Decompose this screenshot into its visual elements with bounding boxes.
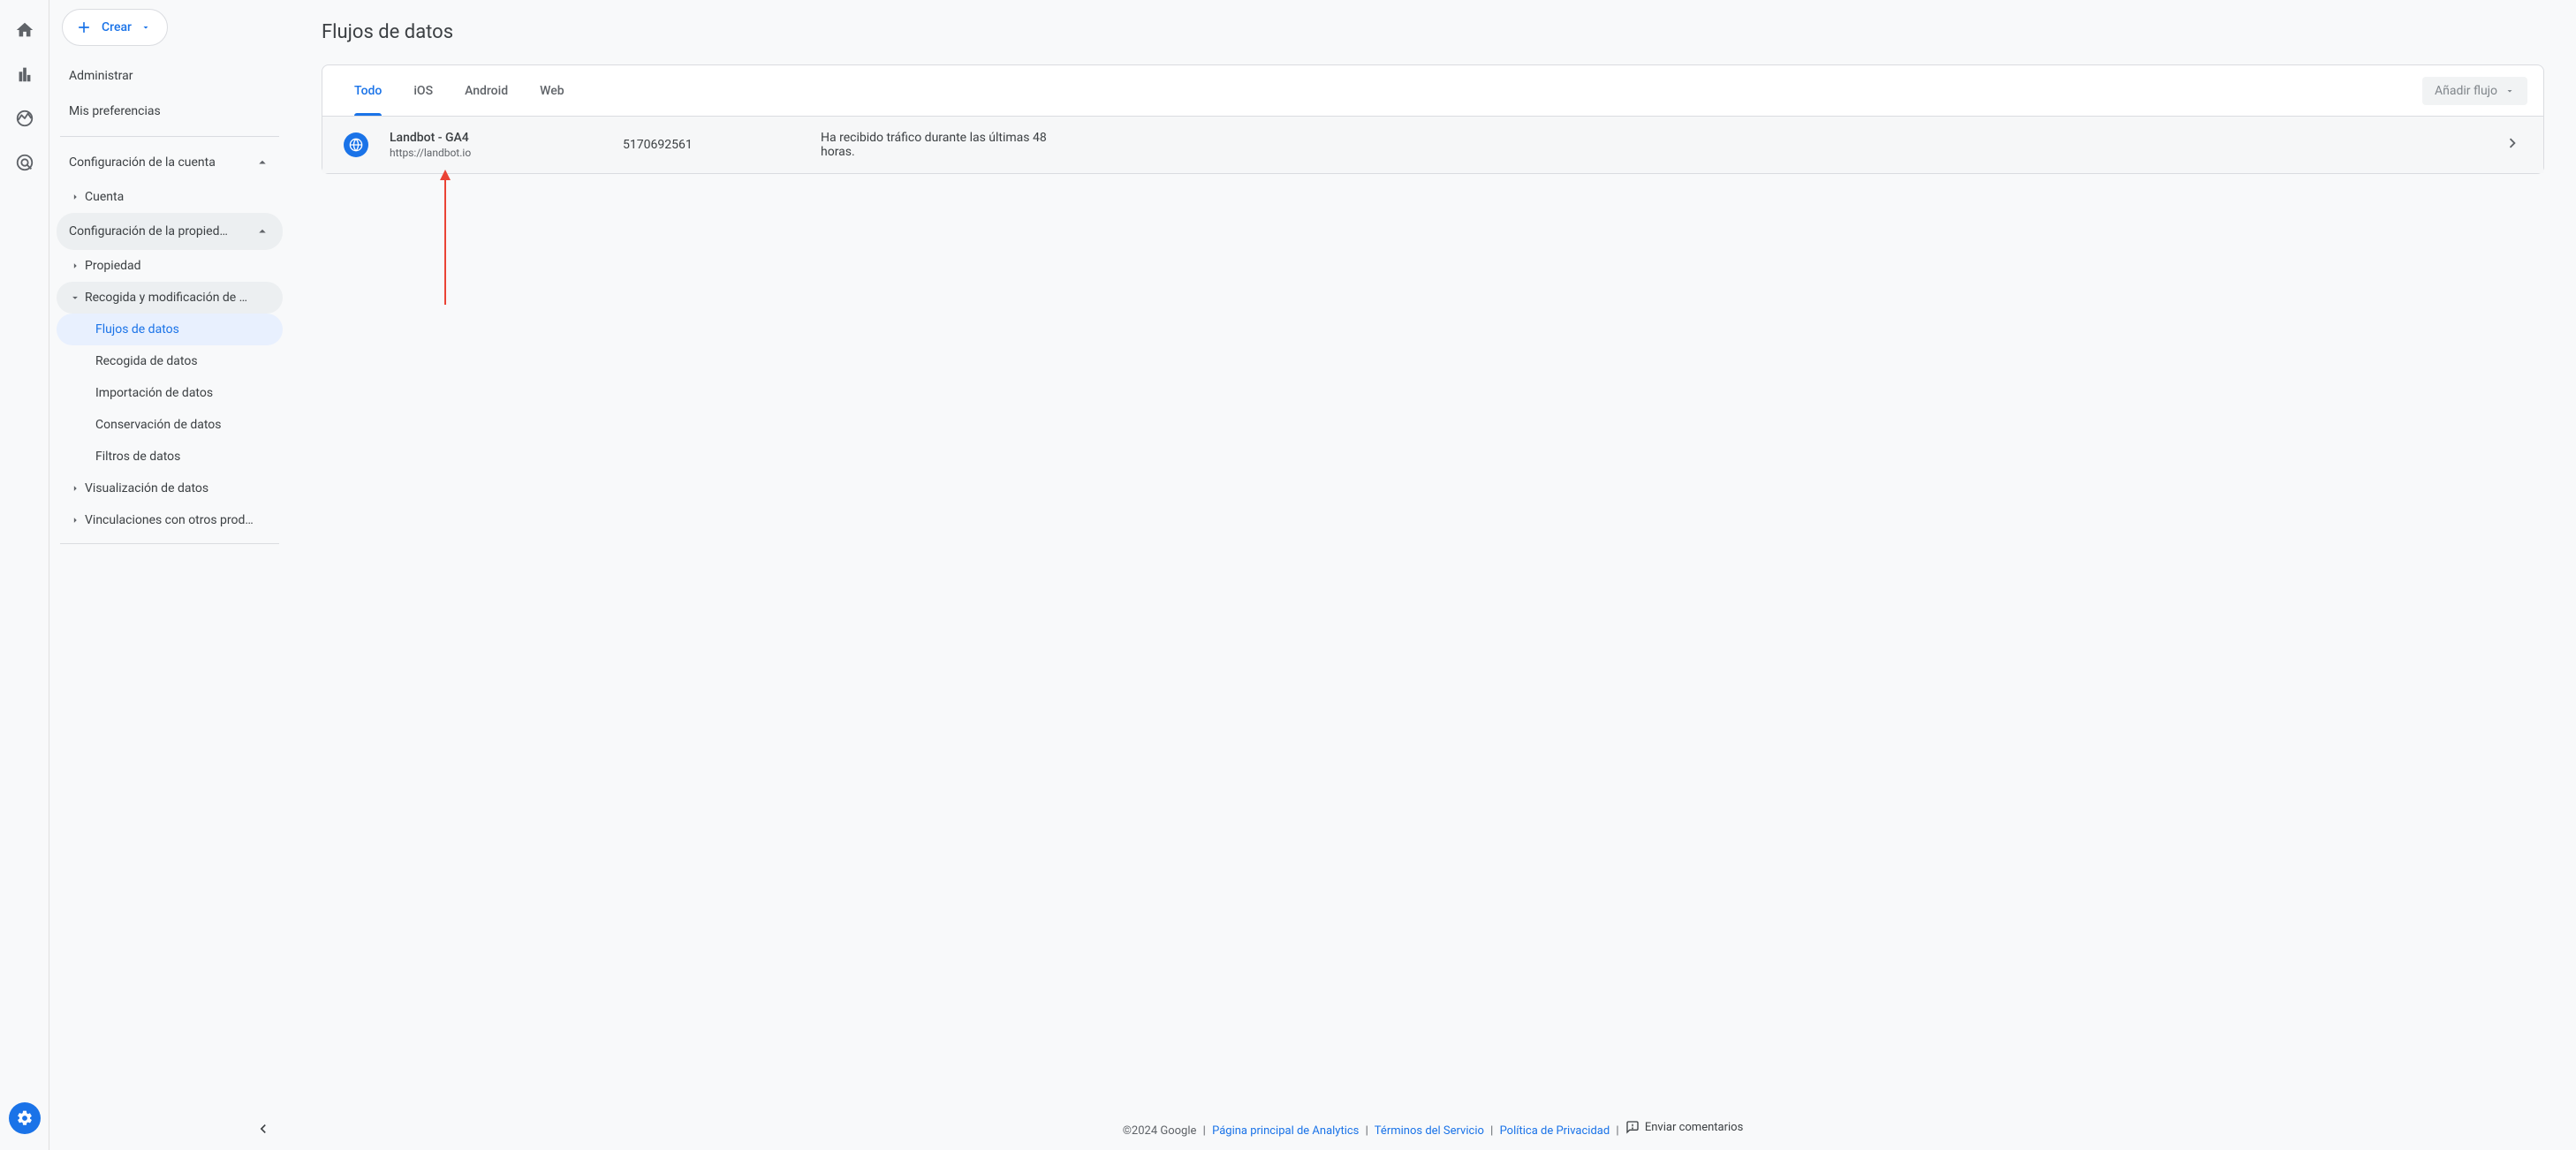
data-streams-card: Todo iOS Android Web Añadir flujo Landbo… [322, 64, 2544, 174]
collapse-sidebar-button[interactable] [249, 1115, 277, 1143]
web-stream-icon [344, 132, 368, 157]
send-feedback-button[interactable]: Enviar comentarios [1625, 1120, 1743, 1134]
tabs-row: Todo iOS Android Web Añadir flujo [322, 65, 2543, 117]
caret-down-icon [69, 291, 81, 304]
stream-url: https://landbot.io [390, 147, 602, 159]
sidebar: Crear Administrar Mis preferencias Confi… [49, 0, 290, 1150]
nav-mis-preferencias[interactable]: Mis preferencias [57, 94, 283, 129]
divider [60, 136, 279, 137]
chevron-down-icon [140, 22, 151, 33]
stream-status: Ha recibido tráfico durante las últimas … [821, 131, 1068, 159]
divider [60, 543, 279, 544]
chevron-left-icon [254, 1120, 272, 1138]
stream-row[interactable]: Landbot - GA4 https://landbot.io 5170692… [322, 117, 2543, 173]
advertising-icon[interactable] [14, 152, 35, 173]
nav-administrar[interactable]: Administrar [57, 58, 283, 94]
feedback-icon [1625, 1120, 1640, 1134]
create-button[interactable]: Crear [62, 9, 168, 46]
nav-property-section-header[interactable]: Configuración de la propied… [57, 213, 283, 250]
stream-name-column: Landbot - GA4 https://landbot.io [390, 131, 602, 159]
tab-android[interactable]: Android [449, 65, 524, 116]
footer-link-terms[interactable]: Términos del Servicio [1375, 1124, 1484, 1138]
nav-filtros-de-datos[interactable]: Filtros de datos [57, 441, 283, 473]
chevron-right-icon [2503, 133, 2522, 156]
nav-importacion-de-datos[interactable]: Importación de datos [57, 377, 283, 409]
footer-link-analytics[interactable]: Página principal de Analytics [1212, 1124, 1359, 1138]
caret-right-icon [69, 482, 81, 495]
explore-icon[interactable] [14, 108, 35, 129]
chevron-down-icon [2504, 86, 2515, 96]
admin-gear-icon[interactable] [9, 1102, 41, 1134]
nav-visualizacion-de-datos[interactable]: Visualización de datos [57, 473, 283, 504]
chevron-up-icon [254, 155, 270, 170]
nav-conservacion-de-datos[interactable]: Conservación de datos [57, 409, 283, 441]
stream-name: Landbot - GA4 [390, 131, 602, 145]
caret-right-icon [69, 514, 81, 526]
nav-cuenta[interactable]: Cuenta [57, 181, 283, 213]
nav-recogida-modificacion[interactable]: Recogida y modificación de … [57, 282, 283, 314]
create-button-label: Crear [102, 20, 132, 34]
chevron-up-icon [254, 223, 270, 239]
nav-recogida-de-datos[interactable]: Recogida de datos [57, 345, 283, 377]
annotation-arrow [436, 168, 454, 309]
stream-id: 5170692561 [623, 138, 799, 152]
home-icon[interactable] [14, 19, 35, 41]
footer-link-privacy[interactable]: Política de Privacidad [1500, 1124, 1610, 1138]
tab-ios[interactable]: iOS [398, 65, 449, 116]
nav-vinculaciones[interactable]: Vinculaciones con otros prod… [57, 504, 283, 536]
footer-copyright: ©2024 Google [1123, 1124, 1197, 1138]
nav-propiedad[interactable]: Propiedad [57, 250, 283, 282]
tab-web[interactable]: Web [524, 65, 580, 116]
caret-right-icon [69, 260, 81, 272]
tab-todo[interactable]: Todo [338, 65, 398, 116]
add-flow-button[interactable]: Añadir flujo [2422, 77, 2527, 105]
main-content: Flujos de datos Todo iOS Android Web Aña… [290, 0, 2576, 1150]
nav-account-section-header[interactable]: Configuración de la cuenta [57, 144, 283, 181]
plus-icon [75, 19, 93, 36]
reports-icon[interactable] [14, 64, 35, 85]
nav-flujos-de-datos[interactable]: Flujos de datos [57, 314, 283, 345]
footer: ©2024 Google | Página principal de Analy… [322, 1108, 2544, 1150]
page-title: Flujos de datos [322, 21, 2544, 43]
icon-rail [0, 0, 49, 1150]
caret-right-icon [69, 191, 81, 203]
